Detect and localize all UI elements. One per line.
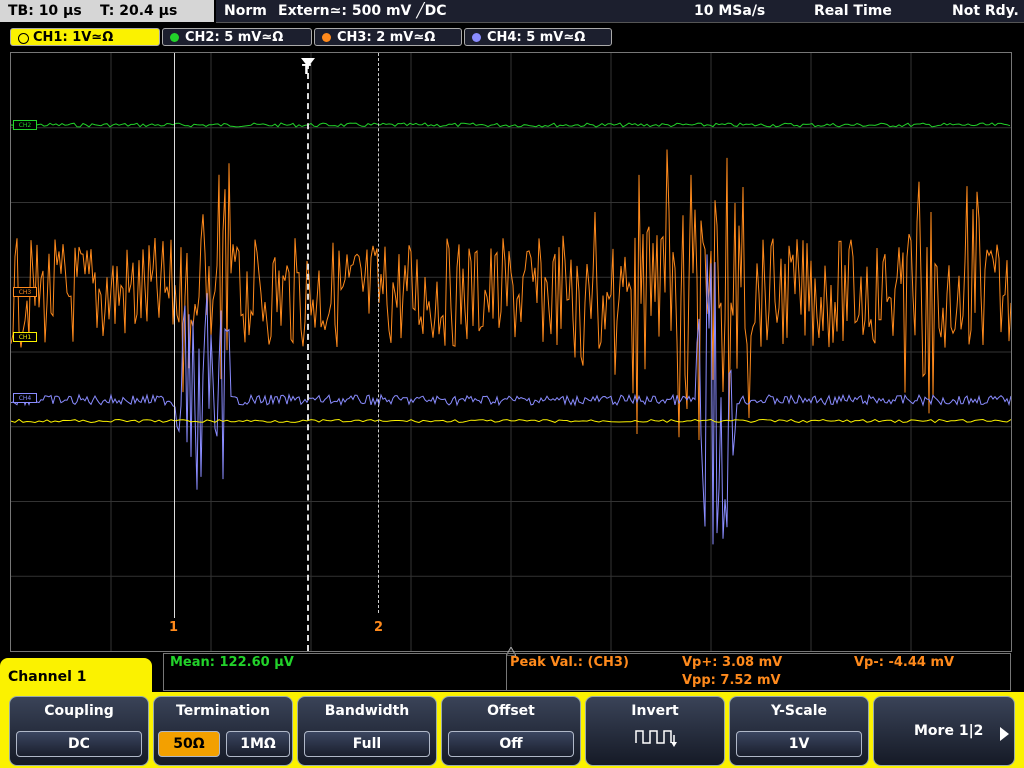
waveform-canvas	[11, 53, 1011, 651]
cursor-1-label: 1	[169, 620, 179, 635]
invert-softkey[interactable]: Invert	[585, 696, 725, 766]
timebase-panel[interactable]: TB: 10 µs T: 20.4 µs	[0, 0, 214, 22]
vp-plus-measurement: Vp+: 3.08 mV	[682, 655, 783, 670]
square-wave-icon	[634, 727, 678, 751]
acquisition-mode: Real Time	[814, 3, 892, 19]
ch4-ground-marker[interactable]: CH4	[13, 393, 37, 403]
tab-ch4[interactable]: CH4: 5 mV≃Ω	[464, 28, 612, 46]
y-scale-value[interactable]: 1V	[736, 731, 862, 757]
ch3-ground-marker[interactable]: CH3	[13, 287, 37, 297]
termination-title: Termination	[176, 703, 270, 719]
sample-rate: 10 MSa/s	[694, 3, 766, 19]
trigger-label: T	[302, 63, 311, 78]
ch1-dot-icon	[18, 33, 29, 44]
vp-minus-measurement: Vp-: -4.44 mV	[854, 655, 955, 670]
ch4-dot-icon	[472, 33, 481, 42]
bandwidth-title: Bandwidth	[324, 703, 410, 719]
trigger-mode: Norm	[224, 3, 267, 19]
arrow-right-icon	[1000, 726, 1010, 741]
offset-value[interactable]: Off	[448, 731, 574, 757]
mean-measurement: Mean: 122.60 µV	[170, 655, 294, 670]
timebase-value: TB: 10 µs	[8, 3, 82, 19]
ch2-dot-icon	[170, 33, 179, 42]
peak-title: Peak Val.: (CH3)	[510, 655, 629, 670]
coupling-title: Coupling	[44, 703, 114, 719]
tab-ch2-label: CH2: 5 mV≃Ω	[185, 30, 284, 45]
meas-divider	[506, 654, 507, 690]
termination-1m-option[interactable]: 1MΩ	[226, 731, 290, 757]
status-bar: TB: 10 µs T: 20.4 µs Norm Extern≃: 500 m…	[0, 0, 1024, 24]
termination-softkey[interactable]: Termination 50Ω 1MΩ	[153, 696, 293, 766]
cursor-2-line[interactable]	[378, 53, 379, 613]
trigger-position-line[interactable]	[307, 63, 309, 651]
termination-50-option[interactable]: 50Ω	[158, 731, 220, 757]
offset-softkey[interactable]: Offset Off	[441, 696, 581, 766]
measurement-panel: Mean: 122.60 µV Peak Val.: (CH3) Vp+: 3.…	[163, 653, 1011, 691]
waveform-display[interactable]: 1 2 T CH2 CH3 CH1 CH4	[10, 52, 1012, 657]
cursor-2-label: 2	[374, 620, 384, 635]
channel-menu-title-text: Channel 1	[8, 669, 87, 685]
bandwidth-softkey[interactable]: Bandwidth Full	[297, 696, 437, 766]
trigger-source: Extern≃: 500 mV ╱DC	[278, 3, 447, 19]
tab-ch3[interactable]: CH3: 2 mV≃Ω	[314, 28, 462, 46]
trigger-info-panel[interactable]: Norm Extern≃: 500 mV ╱DC 10 MSa/s Real T…	[216, 0, 1024, 23]
tab-ch3-label: CH3: 2 mV≃Ω	[337, 30, 436, 45]
trigger-marker-icon[interactable]	[301, 53, 315, 67]
tab-ch1[interactable]: CH1: 1V≃Ω	[10, 28, 160, 46]
coupling-softkey[interactable]: Coupling DC	[9, 696, 149, 766]
offset-title: Offset	[487, 703, 535, 719]
invert-title: Invert	[631, 703, 679, 719]
cursor-1-line[interactable]	[174, 53, 175, 618]
graticule	[11, 53, 1011, 651]
more-softkey[interactable]: More 1|2	[873, 696, 1015, 766]
tab-ch2[interactable]: CH2: 5 mV≃Ω	[162, 28, 312, 46]
ch2-ground-marker[interactable]: CH2	[13, 120, 37, 130]
ch3-dot-icon	[322, 33, 331, 42]
y-scale-softkey[interactable]: Y-Scale 1V	[729, 696, 869, 766]
more-label: More 1|2	[914, 723, 984, 739]
y-scale-title: Y-Scale	[770, 703, 827, 719]
horizontal-position-icon	[505, 641, 517, 657]
tab-ch1-label: CH1: 1V≃Ω	[33, 30, 114, 45]
vpp-measurement: Vpp: 7.52 mV	[682, 673, 781, 688]
run-status: Not Rdy.	[952, 3, 1019, 19]
bandwidth-value[interactable]: Full	[304, 731, 430, 757]
coupling-value[interactable]: DC	[16, 731, 142, 757]
tab-ch4-label: CH4: 5 mV≃Ω	[487, 30, 586, 45]
trigger-time-value: T: 20.4 µs	[100, 3, 178, 19]
ch1-ground-marker[interactable]: CH1	[13, 332, 37, 342]
